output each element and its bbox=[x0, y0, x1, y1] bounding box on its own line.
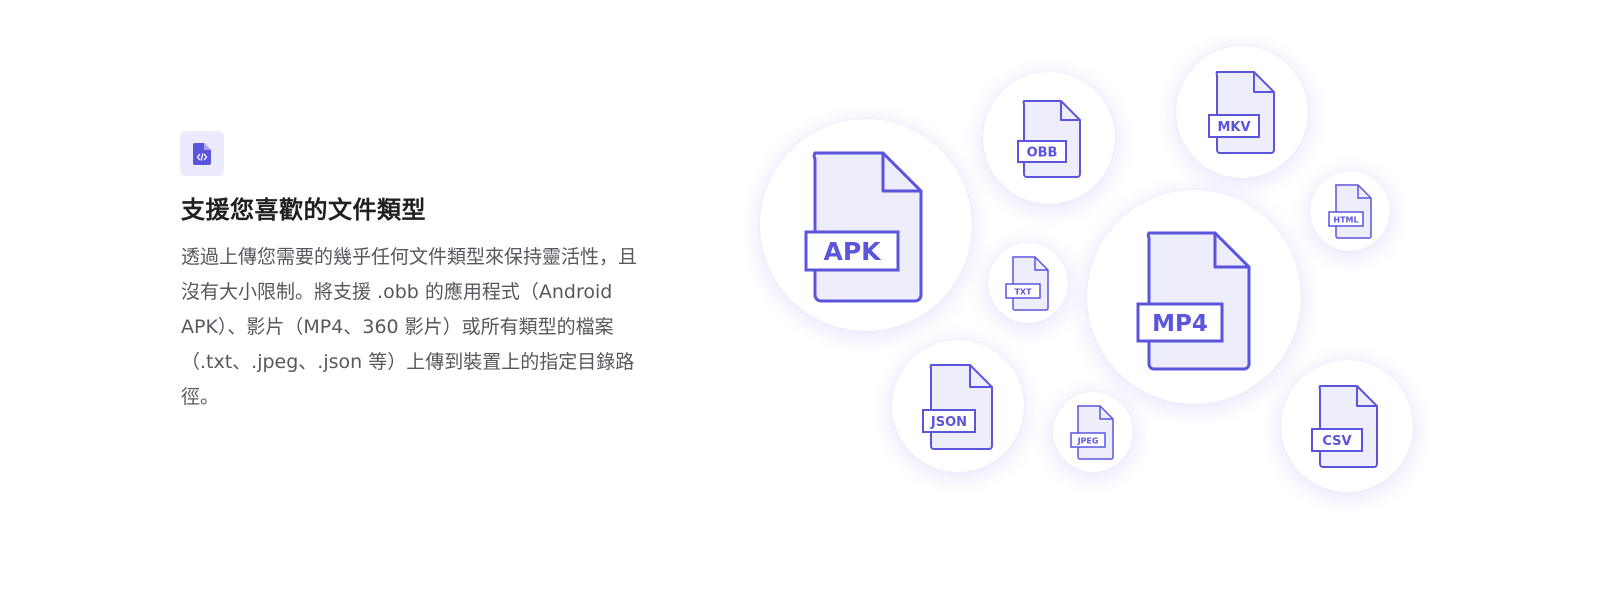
txt-label: TXT bbox=[1014, 288, 1032, 297]
html-file-icon: HTML bbox=[1328, 184, 1372, 239]
feature-description: 透過上傳您需要的幾乎任何文件類型來保持靈活性，且沒有大小限制。將支援 .obb … bbox=[181, 246, 638, 408]
csv-file-icon: CSV bbox=[1311, 385, 1378, 468]
mp4-file-icon: MP4 bbox=[1136, 231, 1251, 371]
apk-label: APK bbox=[823, 237, 882, 266]
json-file-icon: JSON bbox=[922, 364, 993, 450]
mkv-file-icon: MKV bbox=[1208, 71, 1275, 154]
json-label: JSON bbox=[930, 415, 967, 430]
feature-section: 支援您喜歡的文件類型 透過上傳您需要的幾乎任何文件類型來保持靈活性，且沒有大小限… bbox=[0, 0, 1600, 608]
txt-file-icon: TXT bbox=[1005, 256, 1049, 311]
obb-file-icon: OBB bbox=[1017, 100, 1081, 178]
mp4-label: MP4 bbox=[1152, 311, 1208, 337]
feature-title: 支援您喜歡的文件類型 bbox=[181, 196, 426, 224]
csv-label: CSV bbox=[1322, 434, 1351, 449]
jpeg-label: JPEG bbox=[1077, 437, 1099, 446]
jpeg-file-icon: JPEG bbox=[1070, 405, 1114, 460]
obb-label: OBB bbox=[1027, 146, 1058, 161]
mkv-label: MKV bbox=[1217, 120, 1250, 135]
html-label: HTML bbox=[1333, 216, 1358, 225]
apk-file-icon: APK bbox=[804, 151, 923, 303]
code-file-icon bbox=[180, 131, 224, 176]
